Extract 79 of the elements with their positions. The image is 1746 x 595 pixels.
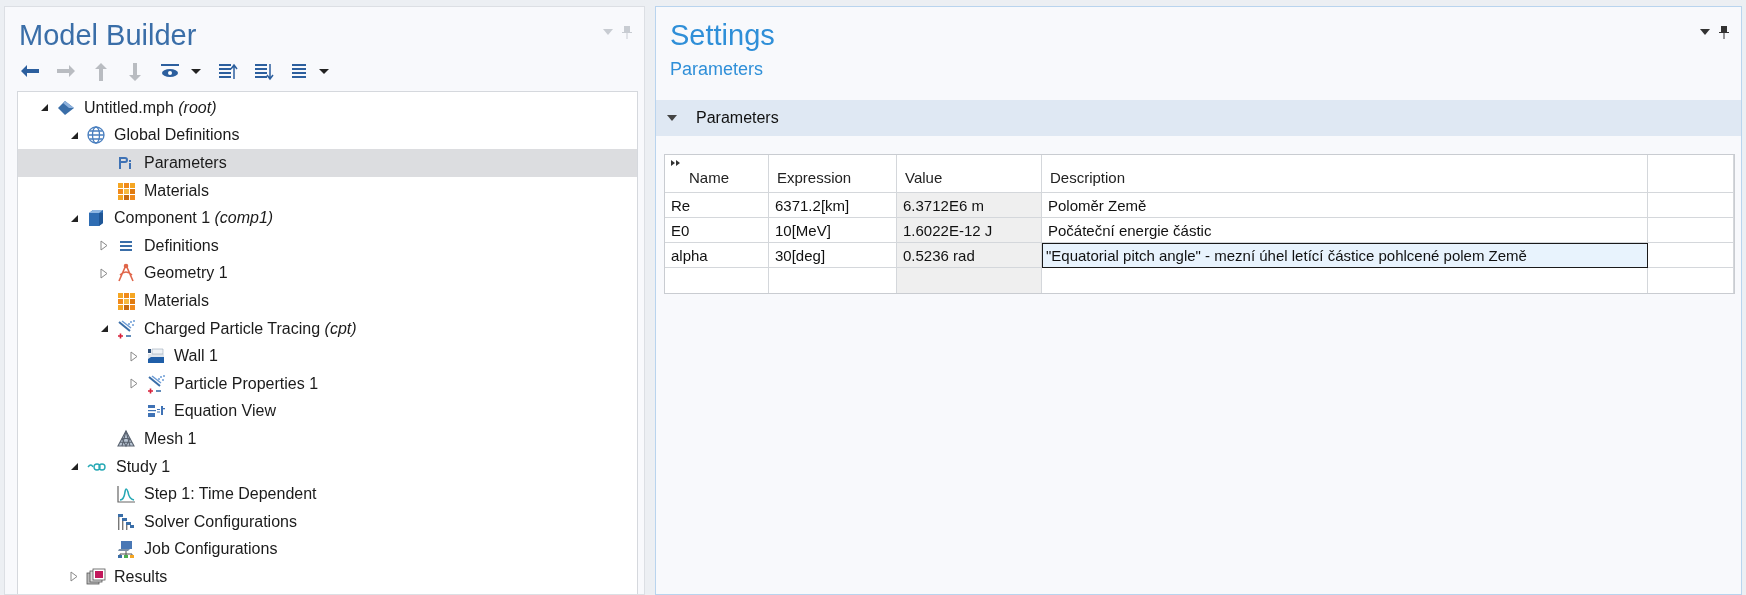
results-icon [86, 566, 106, 587]
table-cell: Poloměr Země [1042, 193, 1648, 218]
particles-icon [116, 318, 136, 339]
table-cell: Počáteční energie částic [1042, 218, 1648, 243]
tree-item[interactable]: Untitled.mph (root) [18, 94, 637, 122]
expand-icon[interactable] [70, 571, 78, 583]
tree-item-label: Global Definitions [114, 126, 240, 145]
tree-item[interactable]: Materials [18, 287, 637, 315]
pin-icon[interactable] [1719, 25, 1729, 39]
tree-item-label: Results [114, 567, 168, 586]
job-icon [116, 539, 136, 560]
tree-item-label: Study 1 [116, 457, 171, 476]
materials-icon [116, 180, 136, 201]
tree-item-label: Untitled.mph (root) [84, 98, 217, 117]
panel-title: Settings [670, 18, 775, 53]
tree-item-label: Definitions [144, 236, 219, 255]
tree-item[interactable]: Materials [18, 176, 637, 205]
cube-icon [86, 208, 106, 229]
compass-icon [116, 263, 136, 284]
mesh-icon [116, 428, 136, 449]
tree-item[interactable]: Geometry 1 [18, 259, 637, 288]
table-cell: 30[deg] [769, 243, 897, 268]
particles-icon [146, 373, 166, 394]
expand-icon[interactable] [100, 240, 108, 252]
tree-item-label: Wall 1 [174, 347, 218, 366]
step-icon [116, 484, 136, 505]
solver-icon [116, 511, 136, 532]
globe-icon [86, 125, 106, 146]
expand-all-icon[interactable] [253, 61, 275, 83]
tree-item-label: Equation View [174, 402, 276, 421]
table-cell: 0.5236 rad [897, 243, 1042, 268]
tree-item[interactable]: Job Configurations [18, 535, 637, 564]
dropdown-icon[interactable] [1699, 28, 1711, 36]
table-cell: 6.3712E6 m [897, 193, 1042, 218]
tree-item[interactable]: Equation View [18, 397, 637, 426]
collapse-icon[interactable] [69, 462, 79, 471]
collapse-icon[interactable] [39, 103, 49, 113]
expand-columns-icon[interactable] [671, 160, 681, 166]
tree-item-label: Component 1 (comp1) [114, 209, 274, 228]
collapse-icon [666, 114, 678, 122]
panel-subtitle: Parameters [669, 58, 765, 80]
tree-item[interactable]: Definitions [18, 231, 637, 260]
tree-item-label: Particle Properties 1 [174, 374, 319, 393]
tree-item-label: Materials [144, 291, 209, 310]
tree-item[interactable]: Study 1 [18, 452, 637, 481]
tree-item[interactable]: Wall 1 [18, 342, 637, 370]
table-cell: 1.6022E-12 J [897, 218, 1042, 243]
expand-icon[interactable] [130, 350, 138, 362]
panel-title: Model Builder [19, 18, 197, 53]
tree-item[interactable]: Global Definitions [18, 121, 637, 150]
tree-item[interactable]: Step 1: Time Dependent [18, 480, 637, 508]
table-cell: alpha [665, 243, 769, 268]
section-header[interactable]: Parameters [656, 100, 1741, 136]
tree-item[interactable]: Results [18, 563, 637, 591]
tree-item-label: Geometry 1 [144, 264, 228, 283]
tree-item-label: Step 1: Time Dependent [144, 485, 317, 504]
tree-item[interactable]: Component 1 (comp1) [18, 204, 637, 232]
tree-item-label: Job Configurations [144, 540, 278, 559]
expand-icon[interactable] [130, 378, 138, 390]
table-cell: E0 [665, 218, 769, 243]
materials-icon [116, 290, 136, 311]
table-cell: 6371.2[km] [769, 193, 897, 218]
table-cell-editor[interactable]: "Equatorial pitch angle" - mezní úhel letící částice pohlcené polem Země [1042, 243, 1648, 268]
collapse-icon[interactable] [69, 213, 79, 223]
table-cell: Re [665, 193, 769, 218]
tree-item-label: Mesh 1 [144, 429, 197, 448]
tree-item-label: Materials [144, 181, 209, 200]
table-cell: 10[MeV] [769, 218, 897, 243]
tree-item[interactable]: Charged Particle Tracing (cpt) [18, 314, 637, 343]
expand-icon[interactable] [100, 267, 108, 279]
tree-item[interactable]: Parameters [18, 149, 637, 177]
tree-item-label: Solver Configurations [144, 512, 297, 531]
tree-item-label: Charged Particle Tracing (cpt) [144, 319, 357, 338]
tree-item-label: Parameters [144, 154, 227, 172]
tree-item[interactable]: Solver Configurations [18, 507, 637, 536]
tree-item[interactable]: Particle Properties 1 [18, 369, 637, 398]
collapse-icon[interactable] [69, 130, 79, 140]
collapse-icon[interactable] [99, 324, 109, 334]
tree-item[interactable]: Mesh 1 [18, 425, 637, 453]
